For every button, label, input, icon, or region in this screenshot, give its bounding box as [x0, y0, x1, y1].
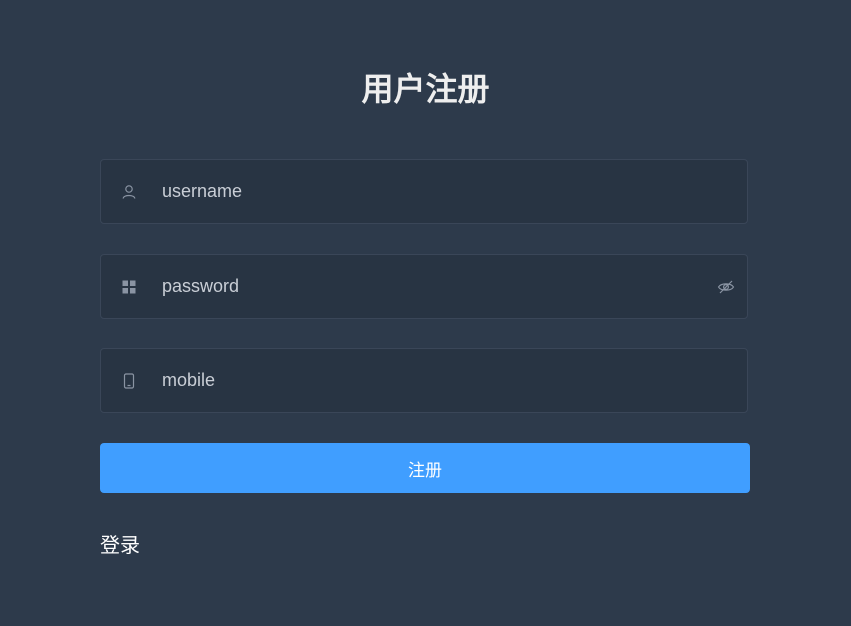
password-field[interactable]: [100, 254, 748, 319]
username-field[interactable]: [100, 159, 748, 224]
mobile-field[interactable]: [100, 348, 748, 413]
password-icon: [122, 280, 136, 293]
page-title: 用户注册: [361, 70, 490, 108]
eye-hidden-icon[interactable]: [717, 278, 735, 296]
username-input[interactable]: [162, 160, 702, 223]
user-icon: [122, 184, 136, 199]
register-button[interactable]: 注册: [100, 443, 750, 493]
login-link[interactable]: 登录: [100, 531, 140, 559]
mobile-input[interactable]: [162, 349, 702, 412]
mobile-icon: [123, 372, 135, 389]
password-input[interactable]: [162, 255, 702, 318]
